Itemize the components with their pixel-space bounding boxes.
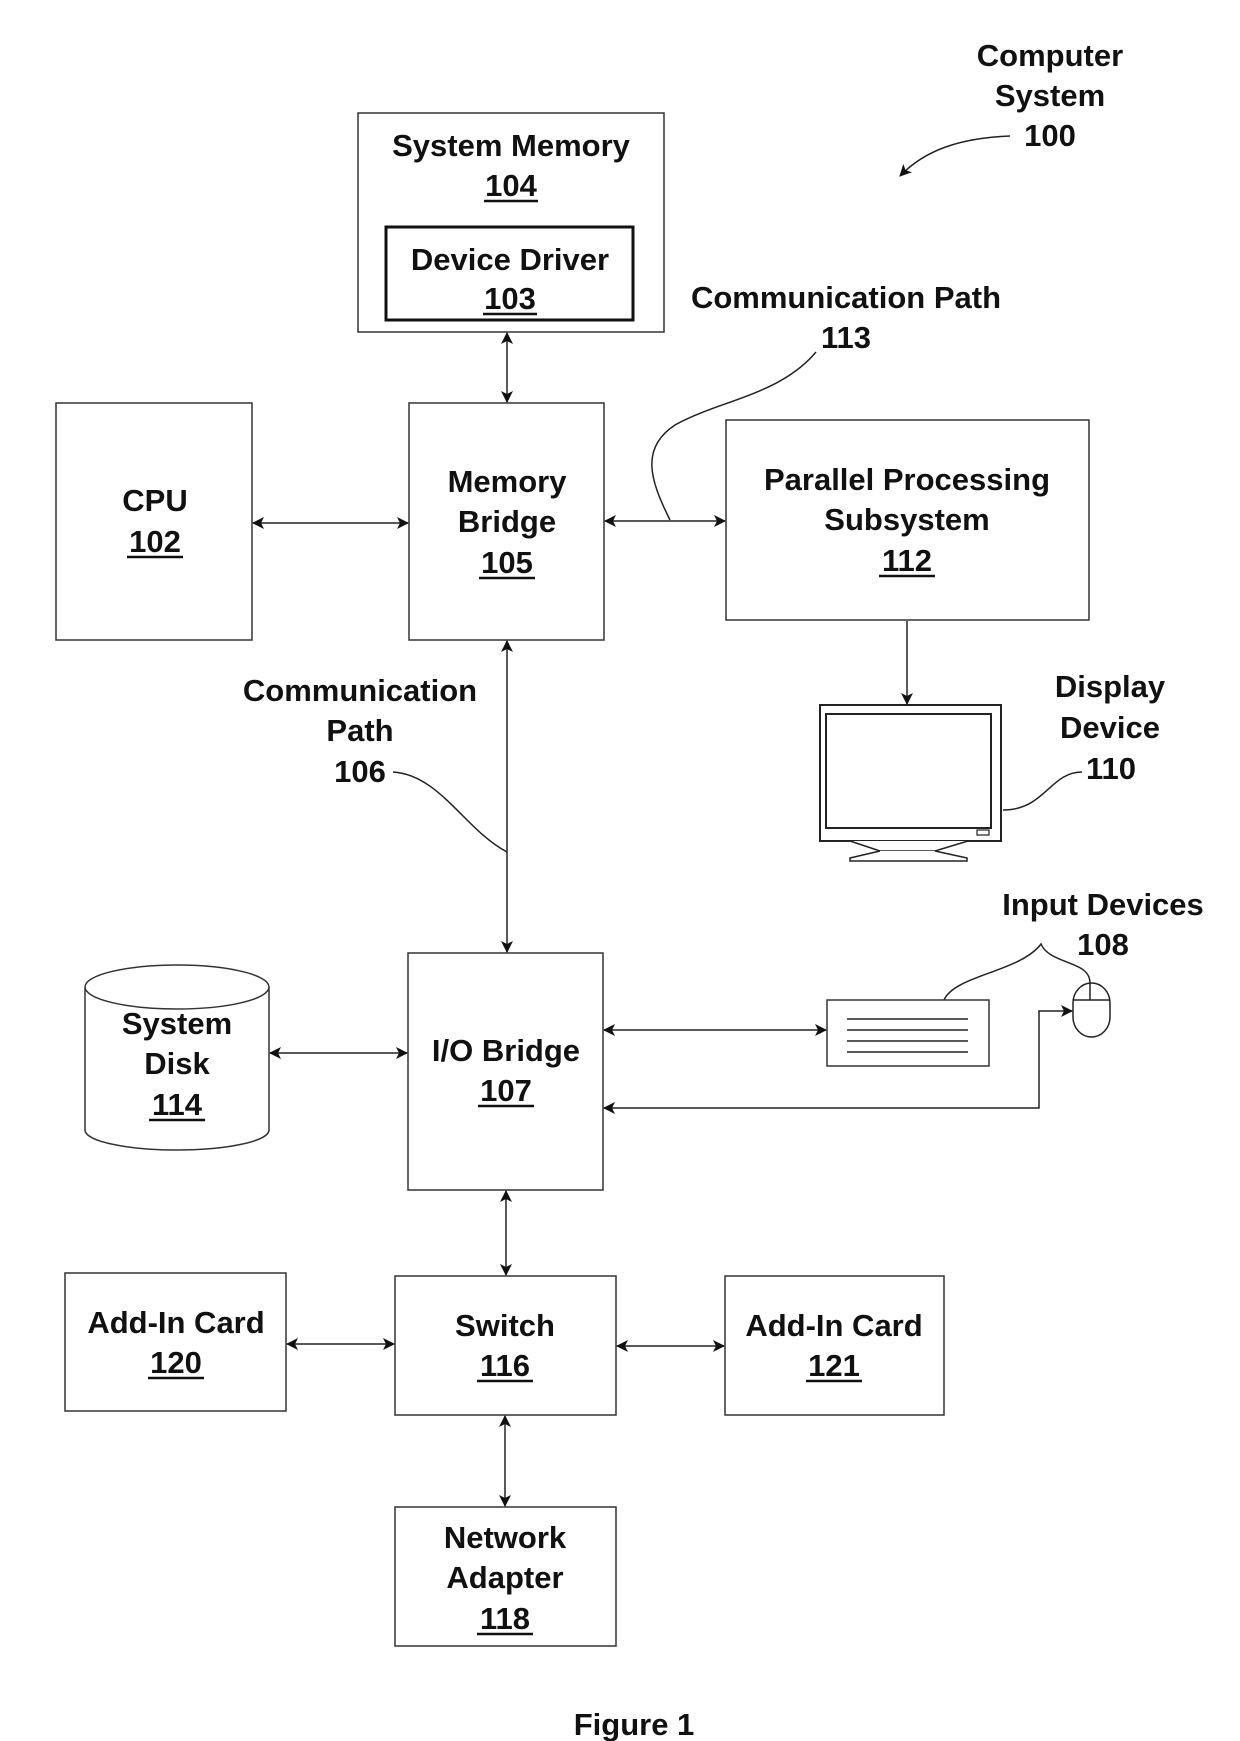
io-bridge-ref: 107 [480,1073,532,1108]
monitor-icon [819,704,1002,862]
switch-name: Switch [455,1308,555,1343]
mouse-icon[interactable] [1072,982,1111,1038]
network-adapter-line1: Network [444,1520,567,1555]
pps-ref: 112 [882,543,932,578]
cpu-block[interactable]: CPU 102 [55,402,253,641]
path-106-ref: 106 [334,754,386,789]
memory-bridge-ref: 105 [481,545,533,580]
computer-system-leader-arrow [899,135,1011,177]
display-device-line2: Device [1060,710,1160,745]
cpu-name: CPU [122,483,187,518]
computer-system-diagram: Computer System 100 System Memory 104 De… [55,38,1204,1741]
system-disk-block[interactable]: System Disk 114 [84,964,270,1151]
parallel-processing-subsystem-block[interactable]: Parallel Processing Subsystem 112 [725,419,1090,621]
computer-system-ref: 100 [1024,118,1076,153]
display-device-leader [1002,771,1083,811]
input-devices-brace [943,942,1091,1001]
keyboard-icon[interactable] [826,999,990,1067]
path-106-leader [392,771,508,853]
memory-bridge-block[interactable]: Memory Bridge 105 [408,402,605,641]
add-in-card-120-name: Add-In Card [87,1305,264,1340]
system-memory-ref: 104 [485,168,537,203]
display-device[interactable]: Display Device 110 [819,669,1166,862]
path-113-name: Communication Path [691,280,1001,315]
io-bridge-block[interactable]: I/O Bridge 107 [407,952,604,1191]
network-adapter-block[interactable]: Network Adapter 118 [394,1506,617,1647]
computer-system-line2: System [995,78,1105,113]
pps-line2: Subsystem [824,502,989,537]
path-113-ref: 113 [821,320,871,355]
memory-bridge-line1: Memory [448,464,568,499]
device-driver-name: Device Driver [411,242,609,277]
memory-bridge-line2: Bridge [458,504,556,539]
system-disk-ref: 114 [152,1087,203,1122]
device-driver-block[interactable]: Device Driver 103 [384,225,635,322]
computer-system-label: Computer System 100 [899,38,1123,177]
device-driver-ref: 103 [484,281,536,316]
add-in-card-121-ref: 121 [808,1348,860,1383]
switch-block[interactable]: Switch 116 [394,1275,617,1416]
display-device-line1: Display [1055,669,1166,704]
figure-caption: Figure 1 [574,1707,695,1741]
communication-path-106-label: Communication Path 106 [243,673,508,853]
add-in-card-120-ref: 120 [150,1345,202,1380]
add-in-card-121-block[interactable]: Add-In Card 121 [724,1275,945,1416]
add-in-card-121-name: Add-In Card [745,1308,922,1343]
path-106-line1: Communication [243,673,477,708]
switch-ref: 116 [480,1348,530,1383]
network-adapter-line2: Adapter [446,1560,563,1595]
input-devices-ref: 108 [1077,927,1129,962]
input-devices[interactable]: Input Devices 108 [826,887,1204,1067]
add-in-card-120-block[interactable]: Add-In Card 120 [64,1272,287,1412]
pps-line1: Parallel Processing [764,462,1050,497]
network-adapter-ref: 118 [480,1601,530,1636]
display-device-ref: 110 [1086,751,1136,786]
cpu-ref: 102 [129,524,181,559]
system-disk-line2: Disk [144,1046,210,1081]
computer-system-line1: Computer [977,38,1123,73]
io-bridge-name: I/O Bridge [432,1033,580,1068]
system-disk-line1: System [122,1006,232,1041]
input-devices-name: Input Devices [1002,887,1204,922]
path-106-line2: Path [326,713,393,748]
system-memory-name: System Memory [392,128,631,163]
